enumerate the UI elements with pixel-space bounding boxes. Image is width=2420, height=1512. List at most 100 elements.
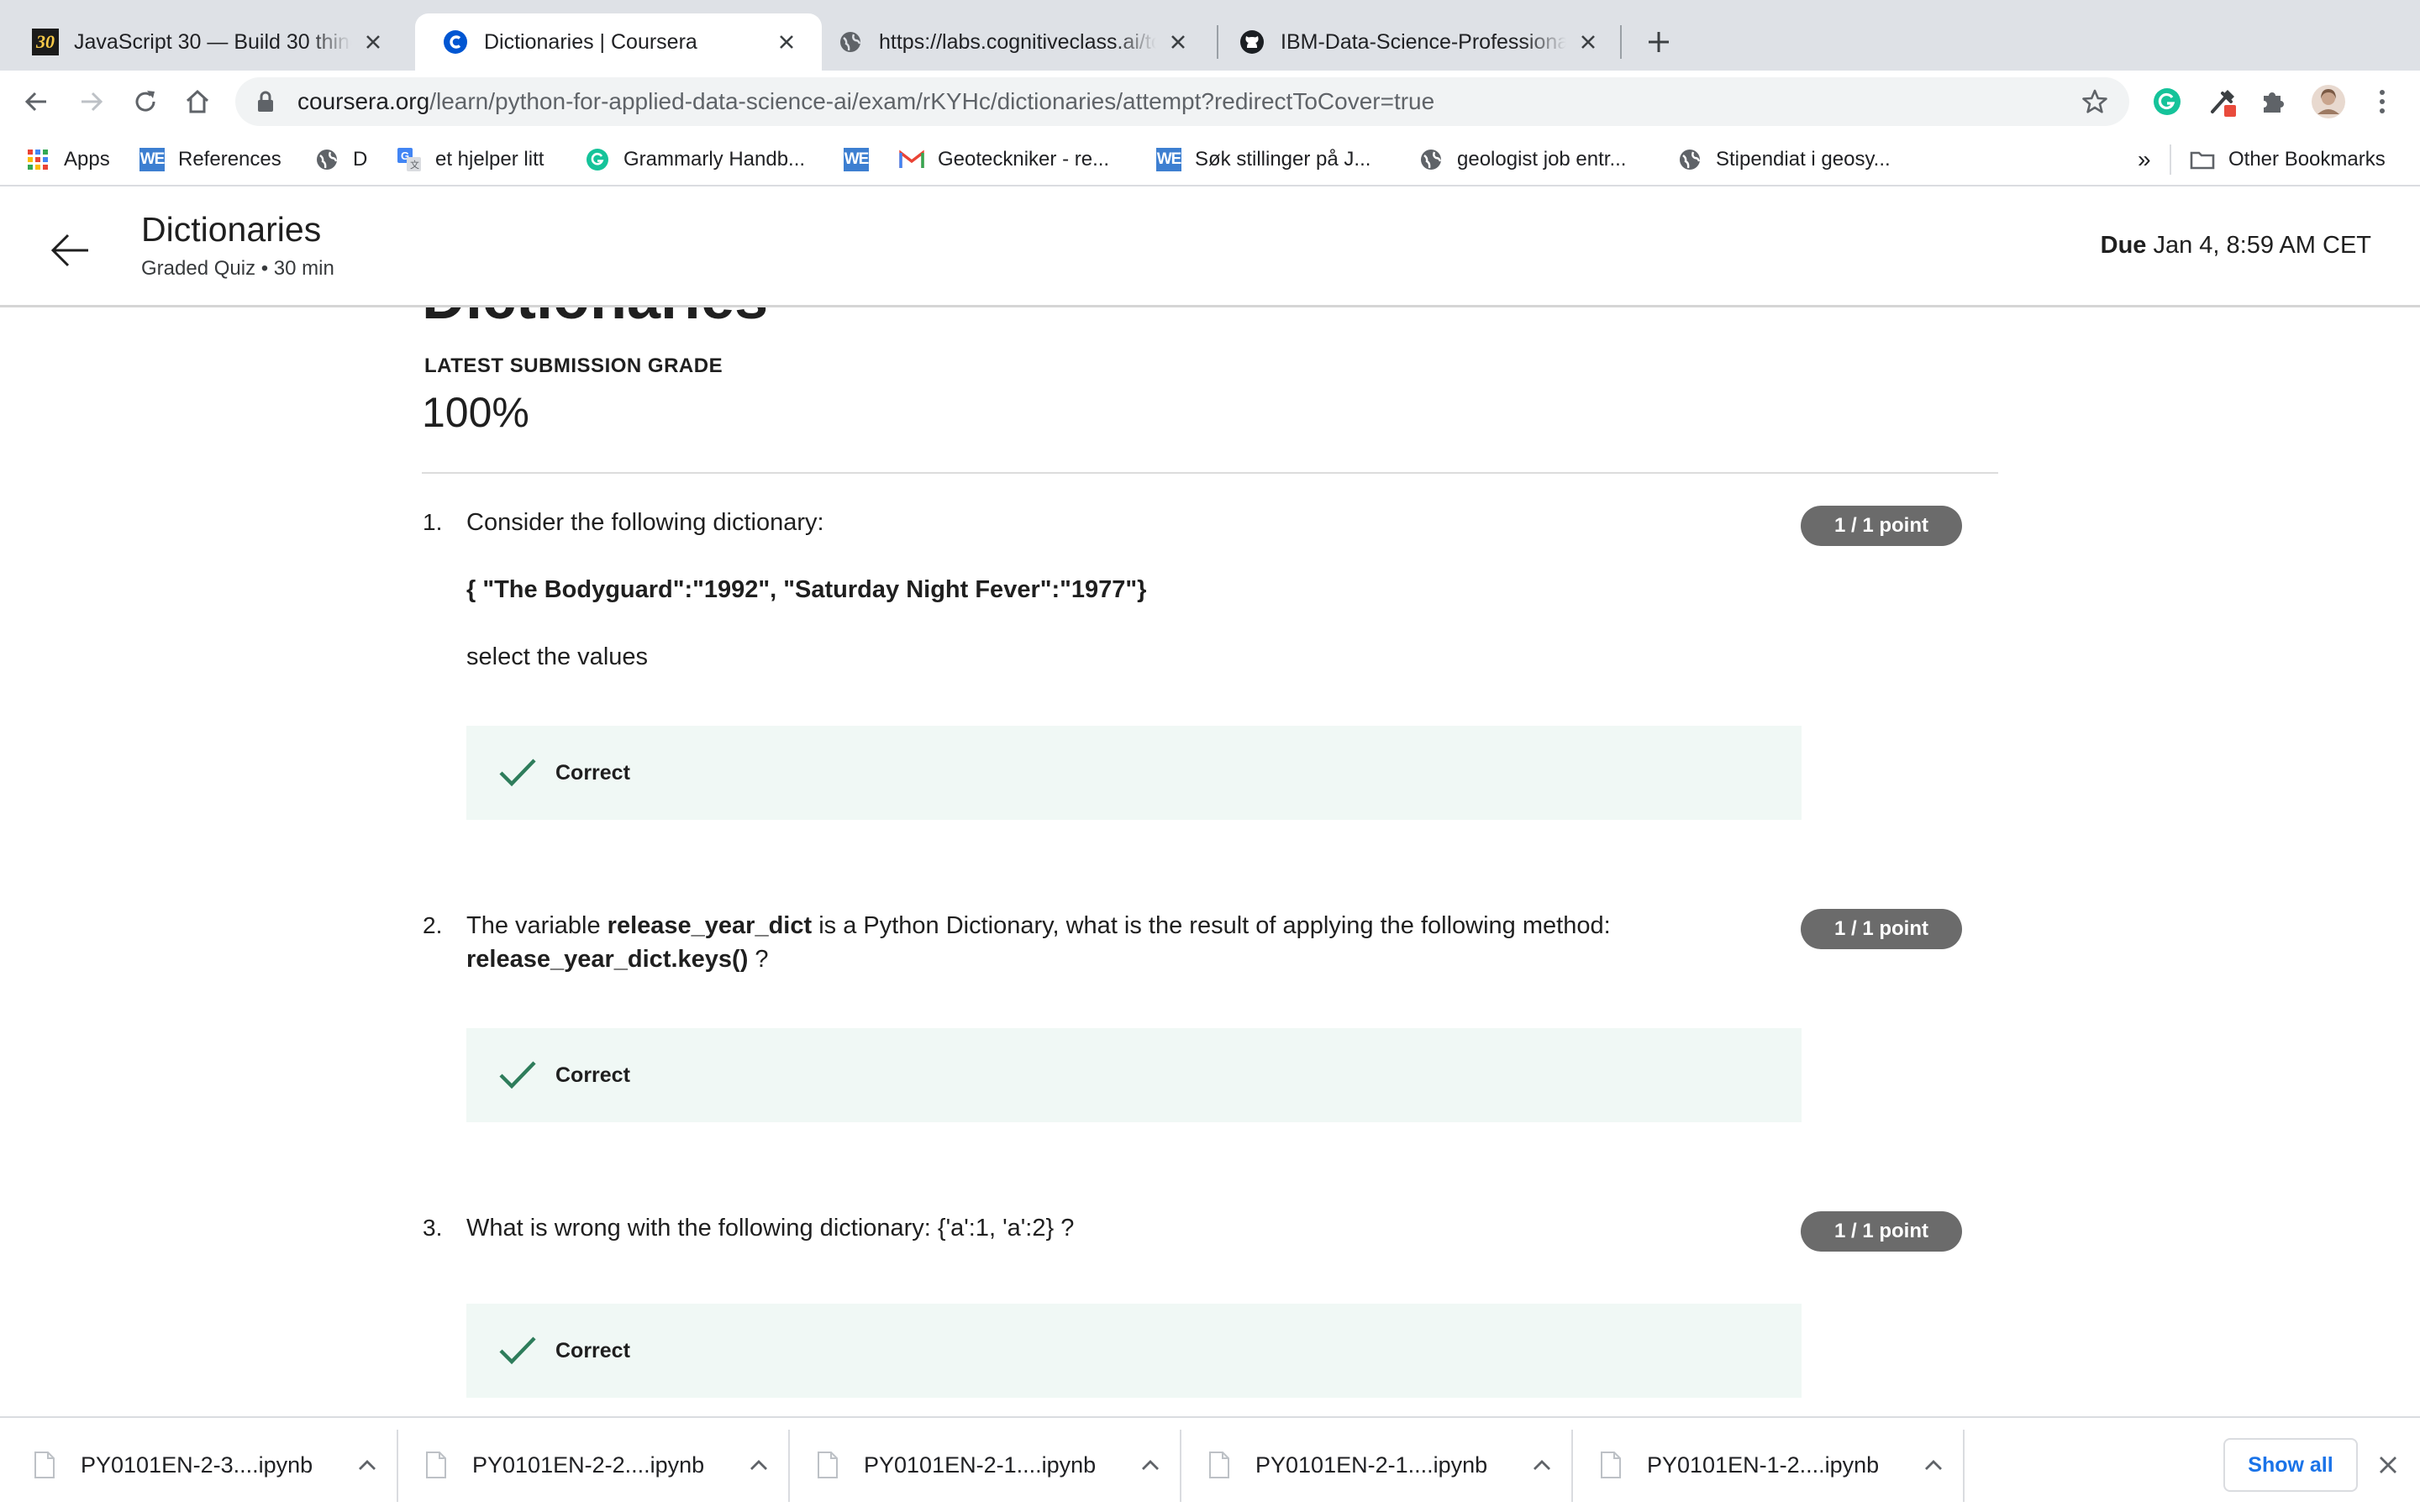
due-date: Due Jan 4, 8:59 AM CET <box>2100 232 2371 259</box>
tab-cognitiveclass-labs[interactable]: https://labs.cognitiveclass.ai/to <box>810 13 1213 71</box>
bookmark-geoteckniker[interactable]: Geoteckniker - re... <box>899 143 1109 176</box>
feedback-correct: Correct <box>466 1028 1802 1122</box>
quiz-content: Dictionaries LATEST SUBMISSION GRADE 100… <box>0 307 2420 1416</box>
bookmark-grammarly[interactable]: Grammarly Handb... <box>585 143 805 176</box>
globe-icon <box>314 147 339 172</box>
kebab-menu-icon[interactable] <box>2361 81 2403 123</box>
download-item[interactable]: PY0101EN-2-1....ipynb <box>783 1418 1163 1512</box>
chevron-up-icon[interactable] <box>1529 1452 1555 1478</box>
checkmark-icon <box>498 756 539 790</box>
tab-separator <box>1620 25 1622 59</box>
question-number: 1. <box>423 509 443 535</box>
home-icon <box>186 89 209 113</box>
arrow-left-icon <box>24 92 46 112</box>
feedback-label: Correct <box>555 1063 630 1087</box>
new-tab-button[interactable] <box>1639 22 1679 62</box>
question-instruction: select the values <box>466 643 649 670</box>
tab-title: JavaScript 30 — Build 30 thing <box>74 29 351 54</box>
chevron-up-icon[interactable] <box>1921 1452 1946 1478</box>
js30-icon: 30 <box>32 29 59 55</box>
grammarly-extension-icon[interactable] <box>2146 81 2188 123</box>
chevron-up-icon[interactable] <box>355 1452 380 1478</box>
tab-title: https://labs.cognitiveclass.ai/to <box>879 29 1156 54</box>
file-icon <box>1209 1452 1229 1478</box>
close-icon[interactable] <box>358 27 388 57</box>
bookmark-d[interactable]: D <box>314 143 367 176</box>
question-code: { "The Bodyguard":"1992", "Saturday Nigh… <box>466 576 1147 603</box>
tab-github-ibm[interactable]: IBM-Data-Science-Professiona <box>1212 13 1623 71</box>
close-icon[interactable] <box>1163 27 1193 57</box>
bookmark-label: References <box>178 148 281 171</box>
eyedropper-extension-icon[interactable] <box>2202 81 2244 123</box>
home-button[interactable] <box>176 81 218 123</box>
tab-dictionaries-coursera[interactable]: Dictionaries | Coursera <box>415 13 822 71</box>
address-bar[interactable]: coursera.org/learn/python-for-applied-da… <box>235 77 2129 126</box>
download-item[interactable]: PY0101EN-2-1....ipynb <box>1175 1418 1555 1512</box>
file-icon <box>426 1452 446 1478</box>
grade-label: LATEST SUBMISSION GRADE <box>424 354 723 377</box>
close-icon[interactable] <box>1573 27 1603 57</box>
bookmark-et-hjelper-litt[interactable]: G文 et hjelper litt <box>397 143 544 176</box>
bookmarks-bar: Apps WE References D G文 et hjelper litt … <box>0 133 2420 186</box>
bookmark-star-icon[interactable] <box>2079 86 2111 118</box>
checkmark-icon <box>498 1058 539 1092</box>
puzzle-extensions-icon[interactable] <box>2252 81 2294 123</box>
bookmark-separator <box>2170 144 2171 175</box>
tab-title: IBM-Data-Science-Professiona <box>1281 29 1566 54</box>
we-icon: WE <box>139 147 165 172</box>
grade-value: 100% <box>422 389 529 436</box>
feedback-label: Correct <box>555 760 630 785</box>
download-separator <box>1963 1430 1965 1502</box>
question-text: What is wrong with the following diction… <box>466 1215 1075 1242</box>
folder-icon <box>2190 147 2215 172</box>
bookmark-label: Søk stillinger på J... <box>1195 148 1371 171</box>
question-number: 2. <box>423 912 443 938</box>
download-filename: PY0101EN-2-1....ipynb <box>1255 1452 1488 1478</box>
bookmark-label: geologist job entr... <box>1457 148 1627 171</box>
page-title-scrolled: Dictionaries <box>422 307 768 333</box>
other-bookmarks[interactable]: Other Bookmarks <box>2190 143 2386 176</box>
chevron-up-icon[interactable] <box>746 1452 771 1478</box>
show-all-downloads-button[interactable]: Show all <box>2223 1438 2358 1492</box>
file-icon <box>34 1452 55 1478</box>
bookmark-label: Stipendiat i geosy... <box>1716 148 1891 171</box>
bookmark-sok-stillinger[interactable]: WE Søk stillinger på J... <box>1156 143 1370 176</box>
feedback-correct: Correct <box>466 1304 1802 1398</box>
question-text: The variable release_year_dict is a Pyth… <box>466 912 1611 973</box>
tab-strip: 30 JavaScript 30 — Build 30 thing Dictio… <box>0 0 2420 71</box>
bookmark-references[interactable]: WE References <box>139 143 281 176</box>
download-item[interactable]: PY0101EN-2-3....ipynb <box>0 1418 380 1512</box>
bookmark-label: Grammarly Handb... <box>623 148 806 171</box>
points-badge: 1 / 1 point <box>1801 909 1962 949</box>
bookmark-stipendiat[interactable]: Stipendiat i geosy... <box>1677 143 1891 176</box>
bookmark-geologist-job[interactable]: geologist job entr... <box>1418 143 1626 176</box>
chevron-up-icon[interactable] <box>1138 1452 1163 1478</box>
download-filename: PY0101EN-2-2....ipynb <box>472 1452 705 1478</box>
bookmark-label: Other Bookmarks <box>2228 148 2386 171</box>
tab-title: Dictionaries | Coursera <box>484 29 697 54</box>
profile-avatar[interactable] <box>2307 81 2349 123</box>
download-item[interactable]: PY0101EN-2-2....ipynb <box>392 1418 771 1512</box>
translate-icon: G文 <box>397 147 422 172</box>
download-item[interactable]: PY0101EN-1-2....ipynb <box>1566 1418 1946 1512</box>
plus-icon <box>1649 32 1669 52</box>
close-icon[interactable] <box>771 27 802 57</box>
points-badge: 1 / 1 point <box>1801 506 1962 546</box>
divider <box>422 472 1998 474</box>
lock-icon <box>257 89 279 114</box>
back-arrow-button[interactable] <box>45 225 96 276</box>
bookmark-apps[interactable]: Apps <box>25 143 110 176</box>
quiz-title: Dictionaries <box>141 210 322 249</box>
question-text: Consider the following dictionary: <box>466 509 824 536</box>
back-button[interactable] <box>15 81 57 123</box>
reload-button[interactable] <box>124 81 166 123</box>
bookmarks-overflow-button[interactable]: » <box>2138 143 2151 176</box>
close-icon[interactable] <box>2371 1448 2405 1482</box>
globe-icon <box>837 29 864 55</box>
forward-button[interactable] <box>71 81 113 123</box>
feedback-correct: Correct <box>466 726 1802 820</box>
reload-icon <box>135 91 155 112</box>
bookmark-we[interactable]: WE <box>844 143 882 176</box>
tab-javascript30[interactable]: 30 JavaScript 30 — Build 30 thing <box>5 13 408 71</box>
file-icon <box>1601 1452 1621 1478</box>
